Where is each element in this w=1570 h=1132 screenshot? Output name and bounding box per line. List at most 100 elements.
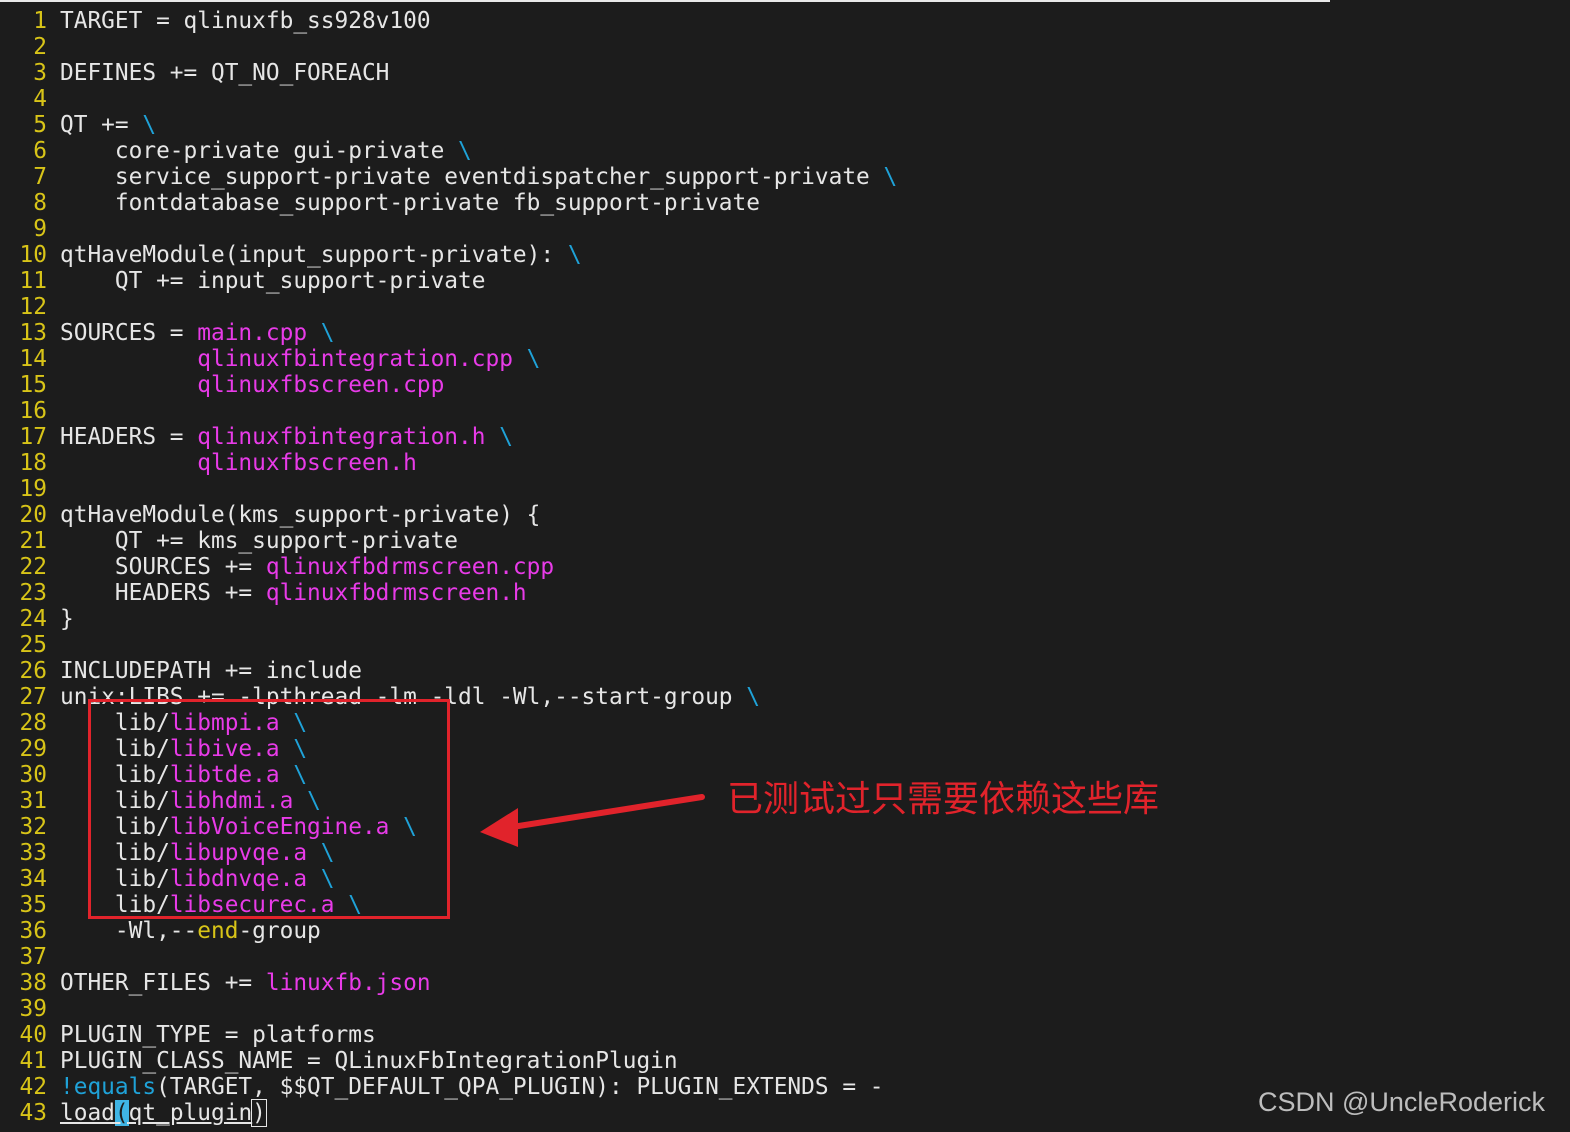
code-line[interactable]: 38 OTHER_FILES += linuxfb.json: [0, 970, 1570, 996]
line-content: qtHaveModule(input_support-private): \: [60, 242, 582, 268]
string-token: linuxfb.json: [265, 970, 431, 996]
code-line[interactable]: 10 qtHaveModule(input_support-private): \: [0, 242, 1570, 268]
line-number: 22: [19, 554, 47, 580]
code-line[interactable]: 22 SOURCES += qlinuxfbdrmscreen.cpp: [0, 554, 1570, 580]
code-line[interactable]: 41 PLUGIN_CLASS_NAME = QLinuxFbIntegratio…: [0, 1048, 1570, 1074]
cursor: (: [114, 1100, 129, 1126]
line-content: INCLUDEPATH += include: [60, 658, 362, 684]
line-number: 7: [33, 164, 47, 190]
line-number: 35: [19, 892, 47, 918]
line-number: 29: [19, 736, 47, 762]
code-line[interactable]: 11 QT += input_support-private: [0, 268, 1570, 294]
line-number: 17: [19, 424, 47, 450]
string-token: qlinuxfbscreen.cpp: [197, 372, 445, 398]
code-line[interactable]: 39: [0, 996, 1570, 1022]
code-line[interactable]: 21 QT += kms_support-private: [0, 528, 1570, 554]
code-line[interactable]: 3 DEFINES += QT_NO_FOREACH: [0, 60, 1570, 86]
code-text: load: [60, 1100, 115, 1126]
code-line[interactable]: 13 SOURCES = main.cpp \: [0, 320, 1570, 346]
line-content: SOURCES += qlinuxfbdrmscreen.cpp: [60, 554, 554, 580]
watermark: CSDN @UncleRoderick: [1258, 1087, 1545, 1117]
line-content: QT += \: [60, 112, 156, 138]
line-number: 38: [19, 970, 47, 996]
code-text: HEADERS +=: [60, 580, 266, 606]
line-number: 27: [19, 684, 47, 710]
code-line[interactable]: 25: [0, 632, 1570, 658]
line-number: 41: [19, 1048, 47, 1074]
line-content: OTHER_FILES += linuxfb.json: [60, 970, 431, 996]
code-text: DEFINES += QT_NO_FOREACH: [60, 60, 390, 86]
string-token: qlinuxfbdrmscreen.h: [265, 580, 527, 606]
code-text: -group: [238, 918, 321, 944]
code-line[interactable]: 14 qlinuxfbintegration.cpp \: [0, 346, 1570, 372]
code-line[interactable]: 2: [0, 34, 1570, 60]
line-content: fontdatabase_support-private fb_support-…: [60, 190, 760, 216]
line-number: 6: [33, 138, 47, 164]
line-number: 10: [19, 242, 47, 268]
code-line[interactable]: 18 qlinuxfbscreen.h: [0, 450, 1570, 476]
code-line[interactable]: 24}: [0, 606, 1570, 632]
code-line[interactable]: 37: [0, 944, 1570, 970]
keyword-token: end: [197, 918, 239, 944]
string-token: qlinuxfbintegration.cpp: [197, 346, 513, 372]
line-number: 21: [19, 528, 47, 554]
line-number: 42: [19, 1074, 47, 1100]
line-content: core-private gui-private \: [60, 138, 472, 164]
code-text: OTHER_FILES +=: [60, 970, 266, 996]
continuation-token: \: [320, 320, 335, 346]
code-text: (TARGET, $$QT_DEFAULT_QPA_PLUGIN): PLUGI…: [156, 1074, 884, 1100]
line-content: PLUGIN_TYPE = platforms: [60, 1022, 376, 1048]
code-line[interactable]: 9: [0, 216, 1570, 242]
code-line[interactable]: 8 fontdatabase_support-private fb_suppor…: [0, 190, 1570, 216]
line-number: 3: [33, 60, 47, 86]
continuation-token: \: [883, 164, 898, 190]
code-line[interactable]: 40 PLUGIN_TYPE = platforms: [0, 1022, 1570, 1048]
string-token: qlinuxfbintegration.h: [197, 424, 486, 450]
line-number: 13: [19, 320, 47, 346]
code-line[interactable]: 20 qtHaveModule(kms_support-private) {: [0, 502, 1570, 528]
code-line[interactable]: 12: [0, 294, 1570, 320]
code-line[interactable]: 1 TARGET = qlinuxfb_ss928v100: [0, 8, 1570, 34]
continuation-token: \: [746, 684, 760, 710]
code-line[interactable]: 26 INCLUDEPATH += include: [0, 658, 1570, 684]
code-editor[interactable]: 1 TARGET = qlinuxfb_ss928v100 2 3 DEFINES +=…: [0, 8, 1570, 1127]
line-content: qlinuxfbintegration.cpp \: [60, 346, 540, 372]
code-line[interactable]: 16: [0, 398, 1570, 424]
code-text: SOURCES =: [60, 320, 198, 346]
line-number: 43: [19, 1100, 47, 1126]
continuation-token: \: [499, 424, 513, 450]
code-line[interactable]: 4: [0, 86, 1570, 112]
code-line[interactable]: 7 service_support-private eventdispatche…: [0, 164, 1570, 190]
line-number: 2: [33, 34, 47, 60]
code-line[interactable]: 17 HEADERS = qlinuxfbintegration.h \: [0, 424, 1570, 450]
line-number: 4: [33, 86, 47, 112]
line-content: QT += input_support-private: [60, 268, 486, 294]
line-content: qlinuxfbscreen.cpp: [60, 372, 444, 398]
code-text: }: [60, 606, 74, 632]
line-number: 33: [19, 840, 47, 866]
code-line[interactable]: 36 -Wl,--end-group: [0, 918, 1570, 944]
code-line[interactable]: 15 qlinuxfbscreen.cpp: [0, 372, 1570, 398]
line-content: QT += kms_support-private: [60, 528, 458, 554]
line-number: 34: [19, 866, 47, 892]
code-line[interactable]: 19: [0, 476, 1570, 502]
line-content: qtHaveModule(kms_support-private) {: [60, 502, 540, 528]
line-content: load(qt_plugin): [60, 1099, 267, 1127]
continuation-token: \: [526, 346, 541, 372]
line-number: 5: [33, 112, 47, 138]
line-number: 1: [33, 8, 47, 34]
line-number: 26: [19, 658, 47, 684]
code-text: -Wl,--: [60, 918, 198, 944]
code-text: fontdatabase_support-private fb_support-…: [60, 190, 760, 216]
code-line[interactable]: 23 HEADERS += qlinuxfbdrmscreen.h: [0, 580, 1570, 606]
arrow-icon: [480, 794, 705, 847]
line-content: SOURCES = main.cpp \: [60, 320, 335, 346]
string-token: main.cpp: [197, 320, 308, 346]
code-line[interactable]: 5 QT += \: [0, 112, 1570, 138]
code-line[interactable]: 6 core-private gui-private \: [0, 138, 1570, 164]
